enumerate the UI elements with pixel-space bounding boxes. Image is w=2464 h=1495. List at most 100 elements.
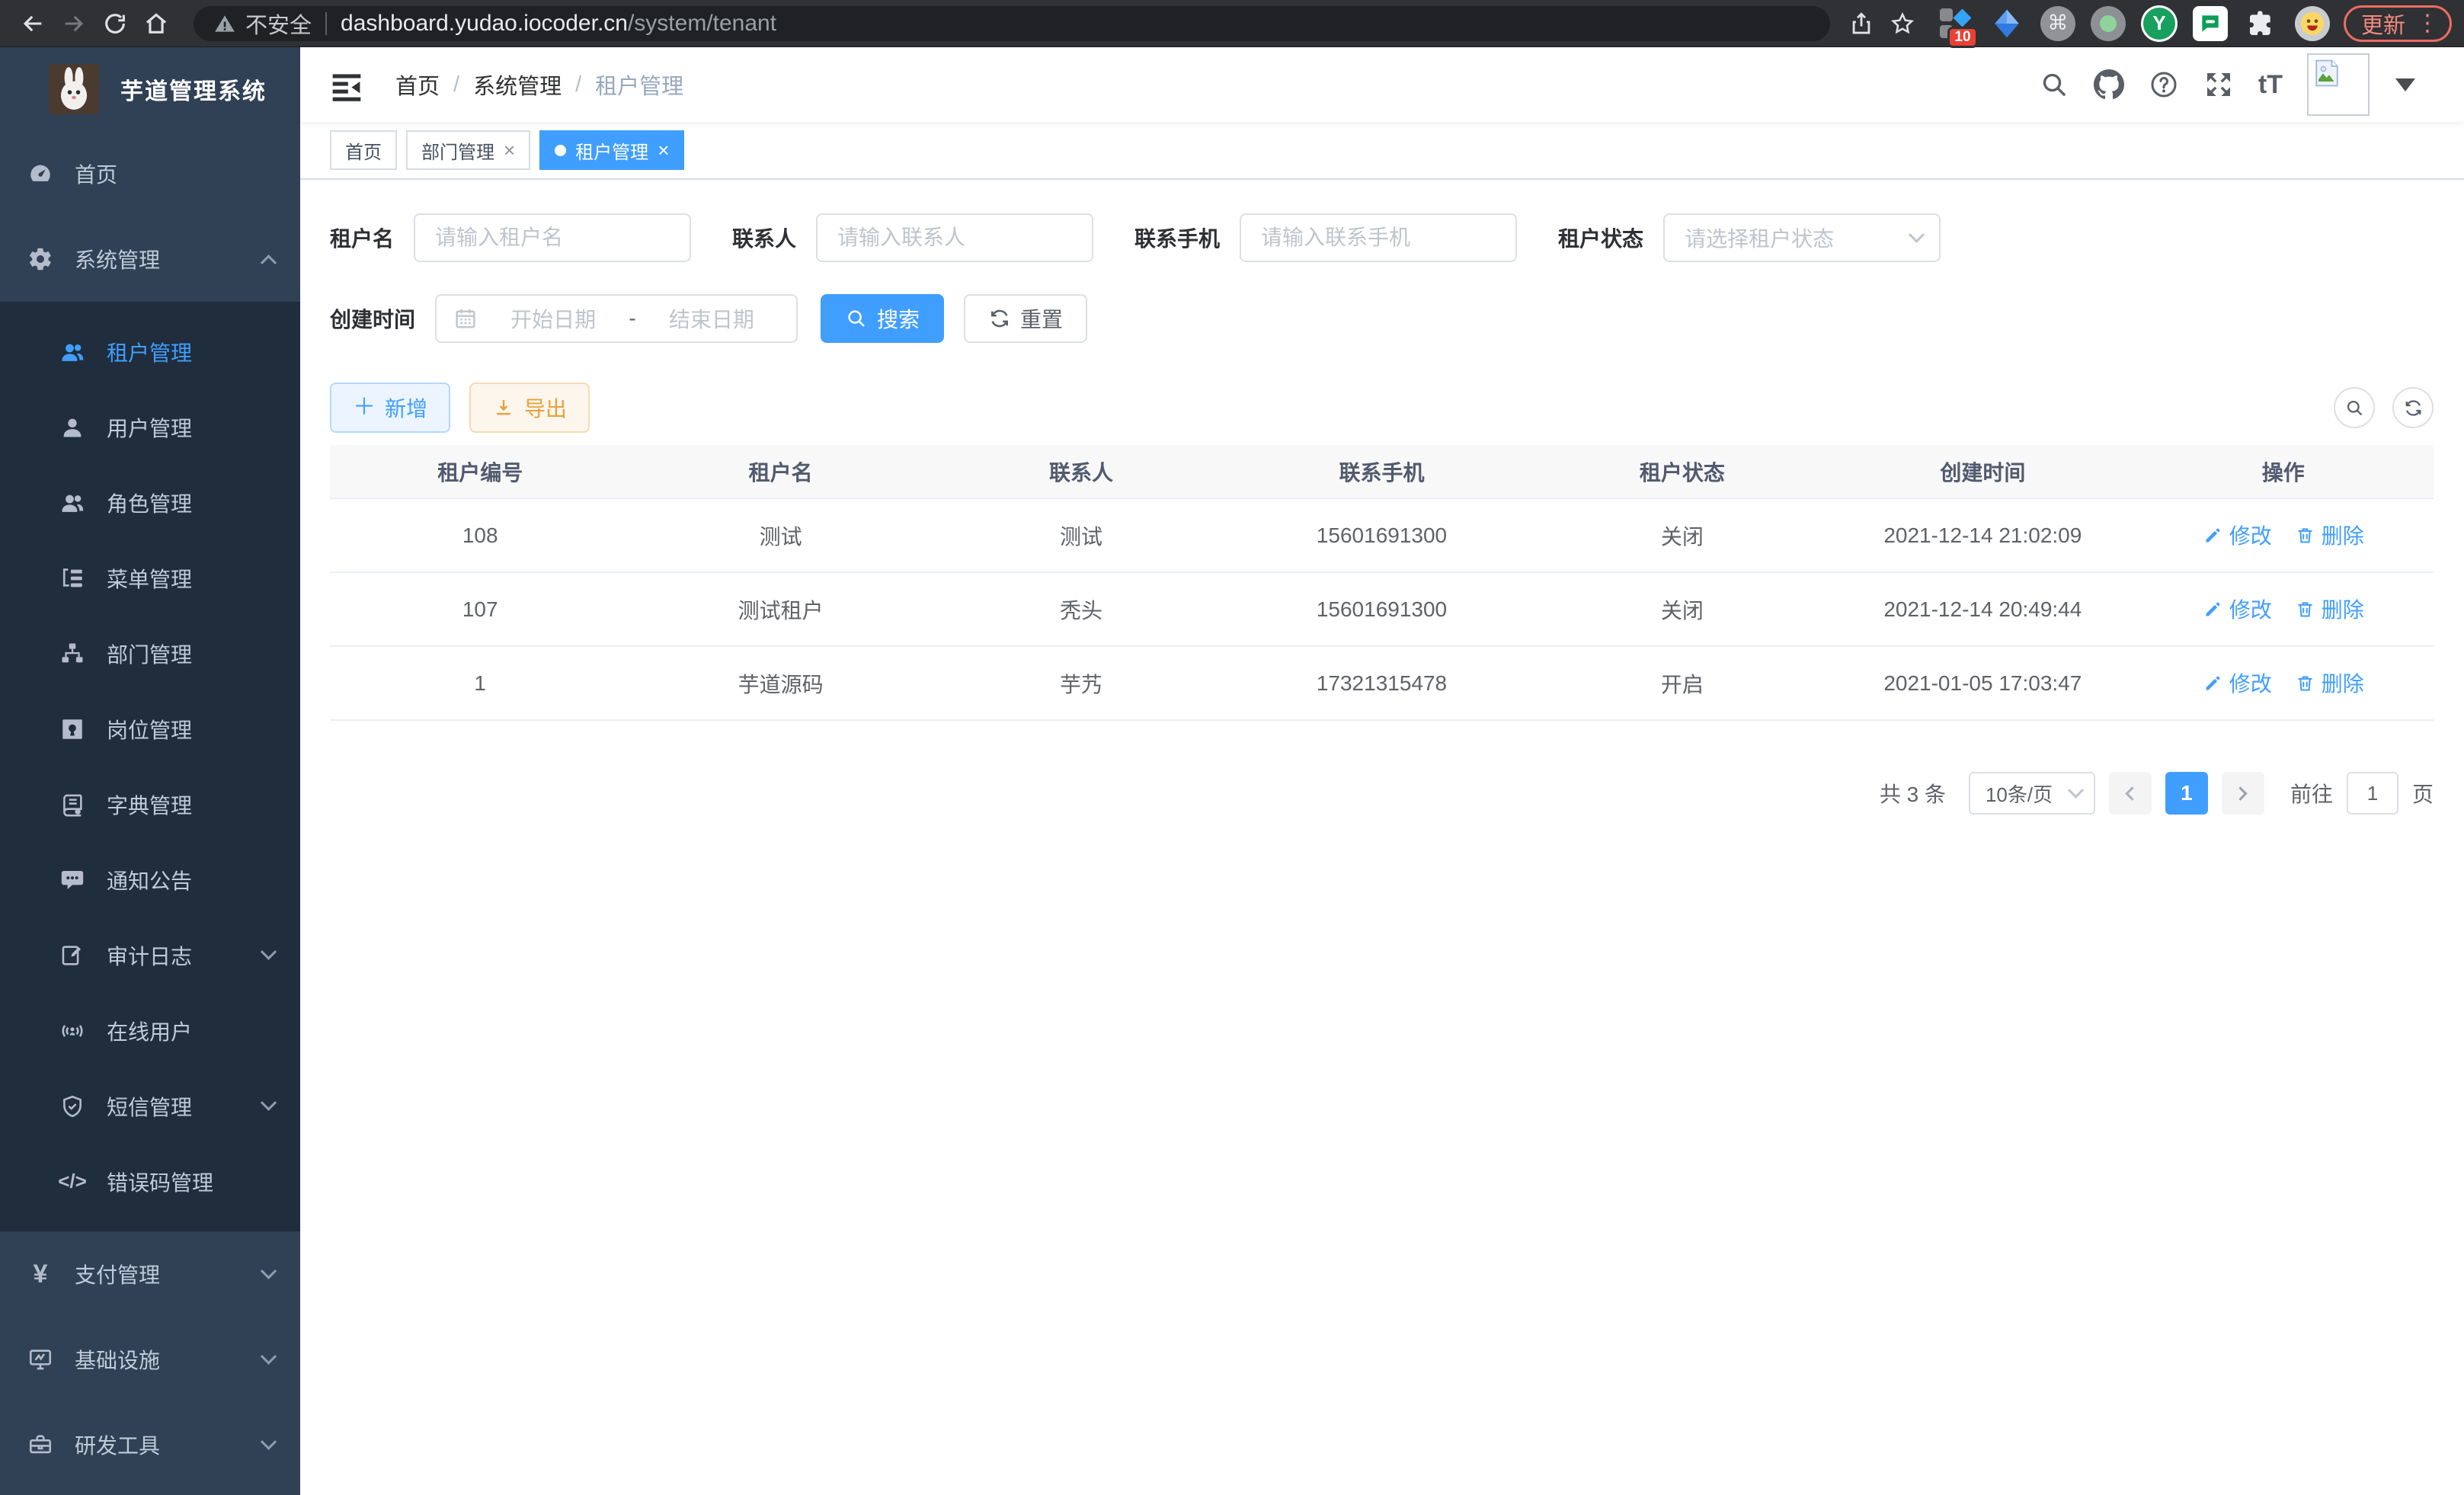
reset-button[interactable]: 重置 [964, 294, 1087, 343]
header-search-icon[interactable] [2039, 69, 2069, 100]
system-submenu: 租户管理 用户管理 角色管理 菜单管理 [0, 302, 300, 1231]
sidebar-item-devtools[interactable]: 研发工具 [0, 1402, 300, 1487]
sidebar-item-label: 审计日志 [107, 940, 263, 971]
filter-status: 租户状态 请选择租户状态 [1558, 213, 1941, 262]
export-label: 导出 [524, 392, 567, 423]
delete-link[interactable]: 删除 [2295, 594, 2364, 624]
chevron-down-icon [261, 944, 277, 960]
sidebar-item-system[interactable]: 系统管理 [0, 216, 300, 302]
date-range-picker[interactable]: 开始日期 - 结束日期 [435, 294, 798, 343]
sidebar-item-infra[interactable]: 基础设施 [0, 1317, 300, 1402]
cell-created: 2021-12-14 20:49:44 [1832, 572, 2133, 646]
post-badge-icon [55, 716, 90, 742]
cell-actions: 修改 删除 [2133, 498, 2434, 572]
sidebar-item-audit-log[interactable]: 审计日志 [0, 917, 300, 993]
contact-mobile-input[interactable] [1240, 213, 1517, 262]
sidebar-item-post[interactable]: 岗位管理 [0, 691, 300, 767]
edit-link[interactable]: 修改 [2203, 594, 2272, 624]
chevron-right-icon [2234, 786, 2248, 800]
address-bar[interactable]: 不安全 dashboard.yudao.iocoder.cn/system/te… [194, 6, 1830, 41]
prev-page-button[interactable] [2109, 772, 2152, 815]
sidebar-item-sms[interactable]: 短信管理 [0, 1068, 300, 1144]
chrome-update-button[interactable]: 更新 ⋮ [2344, 5, 2452, 42]
edit-link[interactable]: 修改 [2203, 520, 2272, 550]
cell-tenant-id: 1 [330, 646, 630, 720]
profile-emoji-icon[interactable] [2295, 6, 2330, 41]
export-button[interactable]: 导出 [469, 383, 590, 433]
current-page[interactable]: 1 [2165, 772, 2208, 815]
breadcrumb-system[interactable]: 系统管理 [473, 69, 562, 101]
table-row: 107 测试租户 秃头 15601691300 关闭 2021-12-14 20… [330, 572, 2434, 646]
chrome-menu-kebab-icon[interactable]: ⋮ [2416, 10, 2439, 37]
sidebar-item-home[interactable]: 首页 [0, 131, 300, 216]
extension-record-icon[interactable] [2091, 6, 2126, 41]
sidebar-logo[interactable]: 芋道管理系统 [0, 47, 300, 131]
avatar[interactable] [2307, 53, 2370, 116]
next-page-button[interactable] [2222, 772, 2264, 815]
plus-icon: ＋ [353, 396, 376, 419]
extension-tasks-icon[interactable]: 10 [1937, 5, 1973, 42]
sidebar-item-pay[interactable]: ¥ 支付管理 [0, 1231, 300, 1317]
avatar-caret-icon[interactable] [2395, 78, 2415, 91]
browser-back-icon[interactable] [12, 3, 53, 44]
close-icon[interactable]: × [658, 140, 669, 160]
sidebar-item-label: 研发工具 [75, 1429, 263, 1460]
divider [325, 12, 327, 35]
field-label: 租户名 [330, 222, 414, 253]
sidebar-item-online-user[interactable]: 在线用户 [0, 993, 300, 1068]
page-size-select[interactable]: 10条/页 [1969, 772, 2095, 815]
extension-chat-icon[interactable] [2193, 6, 2228, 41]
collapse-sidebar-icon[interactable] [330, 69, 363, 100]
extension-y-icon[interactable]: Y [2141, 5, 2178, 42]
table-row: 1 芋道源码 芋艿 17321315478 开启 2021-01-05 17:0… [330, 646, 2434, 720]
cell-tenant-name: 测试 [630, 498, 930, 572]
delete-link[interactable]: 删除 [2295, 520, 2364, 550]
close-icon[interactable]: × [504, 140, 515, 160]
sidebar-item-dict[interactable]: 字典管理 [0, 767, 300, 842]
extension-kite-icon[interactable] [1989, 5, 2025, 42]
browser-home-icon[interactable] [136, 3, 177, 44]
fullscreen-icon[interactable] [2203, 69, 2234, 100]
tab-tenant[interactable]: 租户管理 × [539, 130, 684, 170]
add-button[interactable]: ＋ 新增 [330, 383, 450, 433]
top-navbar: 首页 / 系统管理 / 租户管理 tT [300, 47, 2464, 122]
extension-command-icon[interactable]: ⌘ [2040, 6, 2075, 41]
sidebar-item-menu[interactable]: 菜单管理 [0, 540, 300, 616]
breadcrumb-home[interactable]: 首页 [395, 69, 440, 101]
tenant-name-input[interactable] [414, 213, 691, 262]
sidebar-item-tenant[interactable]: 租户管理 [0, 314, 300, 389]
sidebar-item-notice[interactable]: 通知公告 [0, 842, 300, 917]
font-size-icon[interactable]: tT [2258, 70, 2283, 100]
tab-home[interactable]: 首页 [330, 130, 397, 170]
toggle-search-button[interactable] [2334, 387, 2375, 428]
refresh-table-button[interactable] [2392, 387, 2434, 428]
sidebar-item-error-code[interactable]: </> 错误码管理 [0, 1144, 300, 1219]
sidebar-item-user[interactable]: 用户管理 [0, 389, 300, 465]
col-tenant-id: 租户编号 [330, 445, 630, 498]
goto-page-input[interactable] [2347, 772, 2398, 815]
command-glyph: ⌘ [2047, 11, 2068, 35]
tab-dept[interactable]: 部门管理 × [406, 130, 530, 170]
browser-forward-icon[interactable] [53, 3, 94, 44]
delete-link[interactable]: 删除 [2295, 667, 2364, 698]
filter-create-time: 创建时间 开始日期 - 结束日期 [330, 294, 798, 343]
edit-link[interactable]: 修改 [2203, 667, 2272, 698]
help-question-icon[interactable] [2149, 69, 2179, 100]
sidebar-item-role[interactable]: 角色管理 [0, 465, 300, 540]
search-button[interactable]: 搜索 [821, 294, 944, 343]
github-icon[interactable] [2094, 69, 2124, 100]
sidebar-item-label: 支付管理 [75, 1259, 263, 1289]
code-icon: </> [55, 1170, 90, 1193]
col-contact: 联系人 [931, 445, 1231, 498]
cell-contact: 芋艿 [931, 646, 1231, 720]
share-icon[interactable] [1841, 3, 1882, 44]
sidebar-item-dept[interactable]: 部门管理 [0, 616, 300, 691]
tab-label: 部门管理 [421, 137, 494, 164]
tenant-status-select[interactable]: 请选择租户状态 [1663, 213, 1941, 262]
browser-reload-icon[interactable] [94, 3, 136, 44]
bookmark-star-icon[interactable] [1882, 3, 1923, 44]
url-host: dashboard.yudao.iocoder.cn [341, 11, 628, 37]
tenants-icon [55, 339, 90, 365]
contact-name-input[interactable] [816, 213, 1093, 262]
extensions-puzzle-icon[interactable] [2243, 5, 2280, 42]
